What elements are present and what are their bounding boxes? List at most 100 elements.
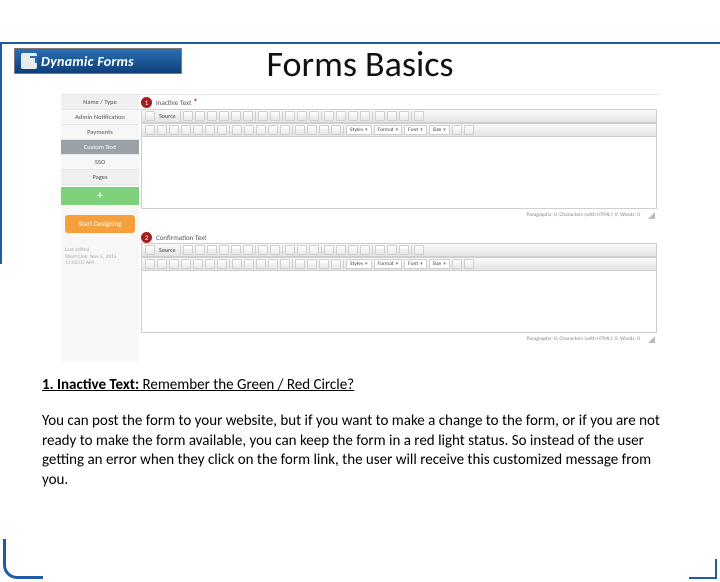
- styles-select[interactable]: Styles: [346, 259, 372, 269]
- subscript-icon[interactable]: [193, 259, 203, 269]
- source-label[interactable]: Source: [157, 112, 178, 120]
- indent-icon[interactable]: [268, 259, 278, 269]
- textcolor-icon[interactable]: [452, 125, 462, 135]
- source-icon[interactable]: [145, 245, 155, 255]
- sidebar-item-custom-text[interactable]: Custom Text: [61, 140, 139, 155]
- sidebar-item-sso[interactable]: SSO: [61, 155, 139, 170]
- size-select[interactable]: Size: [429, 259, 450, 269]
- table-icon[interactable]: [336, 245, 346, 255]
- outdent-icon[interactable]: [256, 259, 266, 269]
- paste-icon[interactable]: [219, 245, 229, 255]
- numlist-icon[interactable]: [232, 125, 242, 135]
- bulletlist-icon[interactable]: [244, 125, 254, 135]
- bgcolor-icon[interactable]: [464, 259, 474, 269]
- resize-handle-icon[interactable]: [648, 336, 655, 343]
- size-select[interactable]: Size: [429, 125, 450, 135]
- start-designing-button[interactable]: Start Designing: [65, 215, 135, 233]
- table-icon[interactable]: [336, 111, 346, 121]
- maximize-icon[interactable]: [414, 111, 424, 121]
- blockquote-icon[interactable]: [280, 259, 290, 269]
- anchor-icon[interactable]: [399, 245, 409, 255]
- cut-icon[interactable]: [195, 245, 205, 255]
- paste-text-icon[interactable]: [231, 111, 241, 121]
- selectall-icon[interactable]: [309, 245, 319, 255]
- paste-icon[interactable]: [219, 111, 229, 121]
- redo-icon[interactable]: [270, 111, 280, 121]
- align-left-icon[interactable]: [295, 259, 305, 269]
- hr-icon[interactable]: [348, 111, 358, 121]
- paste-word-icon[interactable]: [243, 245, 253, 255]
- align-right-icon[interactable]: [319, 125, 329, 135]
- maximize-icon[interactable]: [414, 245, 424, 255]
- find-icon[interactable]: [285, 245, 295, 255]
- align-center-icon[interactable]: [307, 259, 317, 269]
- source-icon[interactable]: [145, 111, 155, 121]
- bold-icon[interactable]: [145, 125, 155, 135]
- specialchar-icon[interactable]: [360, 245, 370, 255]
- copy-icon[interactable]: [207, 245, 217, 255]
- underline-icon[interactable]: [169, 125, 179, 135]
- textcolor-icon[interactable]: [452, 259, 462, 269]
- sidebar-item-name-type[interactable]: Name / Type: [61, 95, 139, 110]
- removeformat-icon[interactable]: [217, 259, 227, 269]
- replace-icon[interactable]: [297, 245, 307, 255]
- link-icon[interactable]: [375, 111, 385, 121]
- unlink-icon[interactable]: [387, 111, 397, 121]
- numlist-icon[interactable]: [232, 259, 242, 269]
- sidebar-item-payments[interactable]: Payments: [61, 125, 139, 140]
- underline-icon[interactable]: [169, 259, 179, 269]
- link-icon[interactable]: [375, 245, 385, 255]
- specialchar-icon[interactable]: [360, 111, 370, 121]
- image-icon[interactable]: [324, 111, 334, 121]
- align-justify-icon[interactable]: [331, 259, 341, 269]
- bulletlist-icon[interactable]: [244, 259, 254, 269]
- align-left-icon[interactable]: [295, 125, 305, 135]
- source-label[interactable]: Source: [157, 246, 178, 254]
- selectall-icon[interactable]: [309, 111, 319, 121]
- unlink-icon[interactable]: [387, 245, 397, 255]
- font-select[interactable]: Font: [404, 125, 427, 135]
- bold-icon[interactable]: [145, 259, 155, 269]
- subscript-icon[interactable]: [193, 125, 203, 135]
- indent-icon[interactable]: [268, 125, 278, 135]
- hr-icon[interactable]: [348, 245, 358, 255]
- sidebar-item-pages[interactable]: Pages: [61, 170, 139, 185]
- add-page-button[interactable]: +: [61, 187, 139, 205]
- undo-icon[interactable]: [258, 111, 268, 121]
- paste-text-icon[interactable]: [231, 245, 241, 255]
- outdent-icon[interactable]: [256, 125, 266, 135]
- italic-icon[interactable]: [157, 125, 167, 135]
- strike-icon[interactable]: [181, 259, 191, 269]
- align-right-icon[interactable]: [319, 259, 329, 269]
- bgcolor-icon[interactable]: [464, 125, 474, 135]
- removeformat-icon[interactable]: [217, 125, 227, 135]
- cut-icon[interactable]: [195, 111, 205, 121]
- format-select[interactable]: Format: [374, 125, 403, 135]
- undo-icon[interactable]: [258, 245, 268, 255]
- blockquote-icon[interactable]: [280, 125, 290, 135]
- copy-icon[interactable]: [207, 111, 217, 121]
- editor1-content[interactable]: [141, 137, 657, 209]
- redo-icon[interactable]: [270, 245, 280, 255]
- sidebar-item-admin-notification[interactable]: Admin Notification: [61, 110, 139, 125]
- editor2-content[interactable]: [141, 271, 657, 333]
- align-center-icon[interactable]: [307, 125, 317, 135]
- strike-icon[interactable]: [181, 125, 191, 135]
- save-icon[interactable]: [183, 245, 193, 255]
- toolbar-separator: [411, 245, 412, 255]
- paste-word-icon[interactable]: [243, 111, 253, 121]
- superscript-icon[interactable]: [205, 259, 215, 269]
- editor1-title: Inactive Text: [156, 98, 191, 107]
- styles-select[interactable]: Styles: [346, 125, 372, 135]
- anchor-icon[interactable]: [399, 111, 409, 121]
- resize-handle-icon[interactable]: [648, 212, 655, 219]
- image-icon[interactable]: [324, 245, 334, 255]
- align-justify-icon[interactable]: [331, 125, 341, 135]
- save-icon[interactable]: [183, 111, 193, 121]
- superscript-icon[interactable]: [205, 125, 215, 135]
- replace-icon[interactable]: [297, 111, 307, 121]
- font-select[interactable]: Font: [404, 259, 427, 269]
- format-select[interactable]: Format: [374, 259, 403, 269]
- find-icon[interactable]: [285, 111, 295, 121]
- italic-icon[interactable]: [157, 259, 167, 269]
